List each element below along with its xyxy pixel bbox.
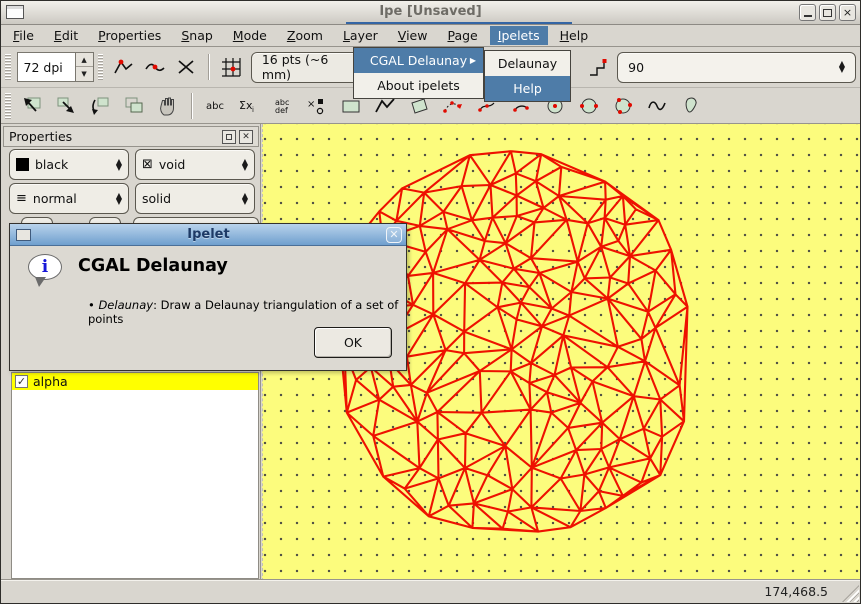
fill-select[interactable]: ⊠ void ▲▼ <box>135 149 255 180</box>
snap-intersection-icon[interactable] <box>173 53 199 81</box>
menu-help[interactable]: Help <box>552 26 597 45</box>
marks-tool-icon[interactable]: × <box>303 92 331 120</box>
squiggle-tool-icon[interactable] <box>643 92 671 120</box>
math-text-tool-icon[interactable]: Σxi <box>235 92 263 120</box>
pen-width-value: normal <box>33 191 77 206</box>
menu-file[interactable]: File <box>5 26 42 45</box>
snap-vertex-icon[interactable] <box>110 53 136 81</box>
grid-size-value: 16 pts (~6 mm) <box>262 52 354 82</box>
toolbar-grip[interactable] <box>98 54 104 80</box>
svg-text:×: × <box>307 99 315 110</box>
pan-tool-icon[interactable] <box>154 92 182 120</box>
resolution-spinbox[interactable]: 72 dpi ▲ ▼ <box>17 52 94 82</box>
layer-checkbox[interactable]: ✓ <box>15 375 28 388</box>
void-fill-icon: ⊠ <box>142 158 153 171</box>
panel-float-button[interactable] <box>222 130 236 144</box>
grid-size-select[interactable]: 16 pts (~6 mm) <box>251 52 365 83</box>
select-tool-icon[interactable] <box>18 92 46 120</box>
menu-item-cgal-delaunay[interactable]: CGAL Delaunay ▶ <box>354 48 483 73</box>
fill-value: void <box>159 157 185 172</box>
dash-style-value: solid <box>142 191 171 206</box>
dialog-titlebar[interactable]: Ipelet ✕ <box>10 224 406 246</box>
spinner-icon[interactable]: ▲▼ <box>839 61 845 73</box>
resolution-up-button[interactable]: ▲ <box>76 53 93 67</box>
snap-grid-icon[interactable] <box>218 53 244 81</box>
toolbar-grip[interactable] <box>5 54 11 80</box>
dialog-window-icon <box>16 229 31 241</box>
window-title: Ipe [Unsaved] <box>1 4 860 19</box>
menu-item-about-ipelets[interactable]: About ipelets <box>354 73 483 98</box>
menu-edit[interactable]: Edit <box>46 26 86 45</box>
submenu-item-help[interactable]: Help <box>485 76 570 101</box>
minimize-button[interactable] <box>799 4 816 21</box>
close-button[interactable]: × <box>839 4 856 21</box>
ipe-window: Ipe [Unsaved] × File Edit Properties Sna… <box>0 0 861 604</box>
menu-zoom[interactable]: Zoom <box>279 26 331 45</box>
statusbar: 174,468.5 <box>1 579 860 603</box>
menu-properties[interactable]: Properties <box>90 26 169 45</box>
menu-layer[interactable]: Layer <box>335 26 386 45</box>
layer-label: alpha <box>33 374 68 389</box>
info-icon: i <box>28 254 64 282</box>
pen-width-icon: ≡ <box>16 192 27 205</box>
ok-button[interactable]: OK <box>314 327 392 358</box>
properties-panel-title: Properties <box>9 129 72 144</box>
layers-panel: ✓ alpha <box>11 372 259 579</box>
dialog-title: Ipelet <box>31 227 386 242</box>
submenu-arrow-icon: ▶ <box>470 56 476 65</box>
menu-ipelets[interactable]: Ipelets <box>490 26 548 45</box>
dialog-heading: CGAL Delaunay <box>78 256 228 276</box>
layer-row-alpha[interactable]: ✓ alpha <box>12 373 258 390</box>
submenu-item-delaunay[interactable]: Delaunay <box>485 51 570 76</box>
menu-view[interactable]: View <box>390 26 436 45</box>
toolbar-grip[interactable] <box>5 93 11 119</box>
svg-text:Σx: Σx <box>239 99 253 112</box>
translate-tool-icon[interactable] <box>52 92 80 120</box>
menu-mode[interactable]: Mode <box>225 26 275 45</box>
ipelets-menu: CGAL Delaunay ▶ About ipelets <box>353 47 484 99</box>
menu-page[interactable]: Page <box>439 26 485 45</box>
pen-width-select[interactable]: ≡ normal ▲▼ <box>9 183 129 214</box>
resize-grip[interactable] <box>842 585 859 602</box>
titlebar: Ipe [Unsaved] × <box>1 1 860 25</box>
rotate-tool-icon[interactable] <box>86 92 114 120</box>
toolbar-separator <box>208 54 209 80</box>
svg-text:def: def <box>275 106 288 115</box>
angle-value: 90 <box>628 60 644 75</box>
stroke-color-swatch <box>16 158 29 171</box>
mouse-position: 174,468.5 <box>764 584 828 599</box>
stroke-color-value: black <box>35 157 68 172</box>
stroke-color-select[interactable]: black ▲▼ <box>9 149 129 180</box>
toolbar-separator <box>191 93 192 119</box>
cgal-delaunay-submenu: Delaunay Help <box>484 50 571 102</box>
resolution-down-button[interactable]: ▼ <box>76 67 93 81</box>
menubar: File Edit Properties Snap Mode Zoom Laye… <box>1 25 860 47</box>
circle-two-points-tool-icon[interactable] <box>575 92 603 120</box>
ipelet-dialog: Ipelet ✕ i CGAL Delaunay • Delaunay: Dra… <box>9 223 407 371</box>
angle-select[interactable]: 90 ▲▼ <box>617 52 856 83</box>
svg-text:abc: abc <box>206 101 224 112</box>
menu-snap[interactable]: Snap <box>173 26 220 45</box>
snap-boundary-icon[interactable] <box>142 53 168 81</box>
maximize-button[interactable] <box>819 4 836 21</box>
spinner-icon[interactable]: ▲▼ <box>242 159 248 171</box>
resolution-value[interactable]: 72 dpi <box>17 52 75 82</box>
properties-panel-header[interactable]: Properties ✕ <box>3 126 259 147</box>
circle-three-points-tool-icon[interactable] <box>609 92 637 120</box>
dialog-description: • Delaunay: Draw a Delaunay triangulatio… <box>88 298 406 326</box>
panel-close-button[interactable]: ✕ <box>239 130 253 144</box>
stretch-tool-icon[interactable] <box>120 92 148 120</box>
spinner-icon[interactable]: ▲▼ <box>116 159 122 171</box>
ink-tool-icon[interactable] <box>677 92 705 120</box>
dash-style-select[interactable]: solid ▲▼ <box>135 183 255 214</box>
svg-text:i: i <box>252 106 254 114</box>
paragraph-tool-icon[interactable]: abcdef <box>269 92 297 120</box>
snap-angle-icon[interactable] <box>586 53 612 81</box>
spinner-icon[interactable]: ▲▼ <box>116 193 122 205</box>
text-tool-icon[interactable]: abc <box>201 92 229 120</box>
dialog-close-button[interactable]: ✕ <box>386 227 402 243</box>
spinner-icon[interactable]: ▲▼ <box>242 193 248 205</box>
title-underline <box>346 22 572 24</box>
